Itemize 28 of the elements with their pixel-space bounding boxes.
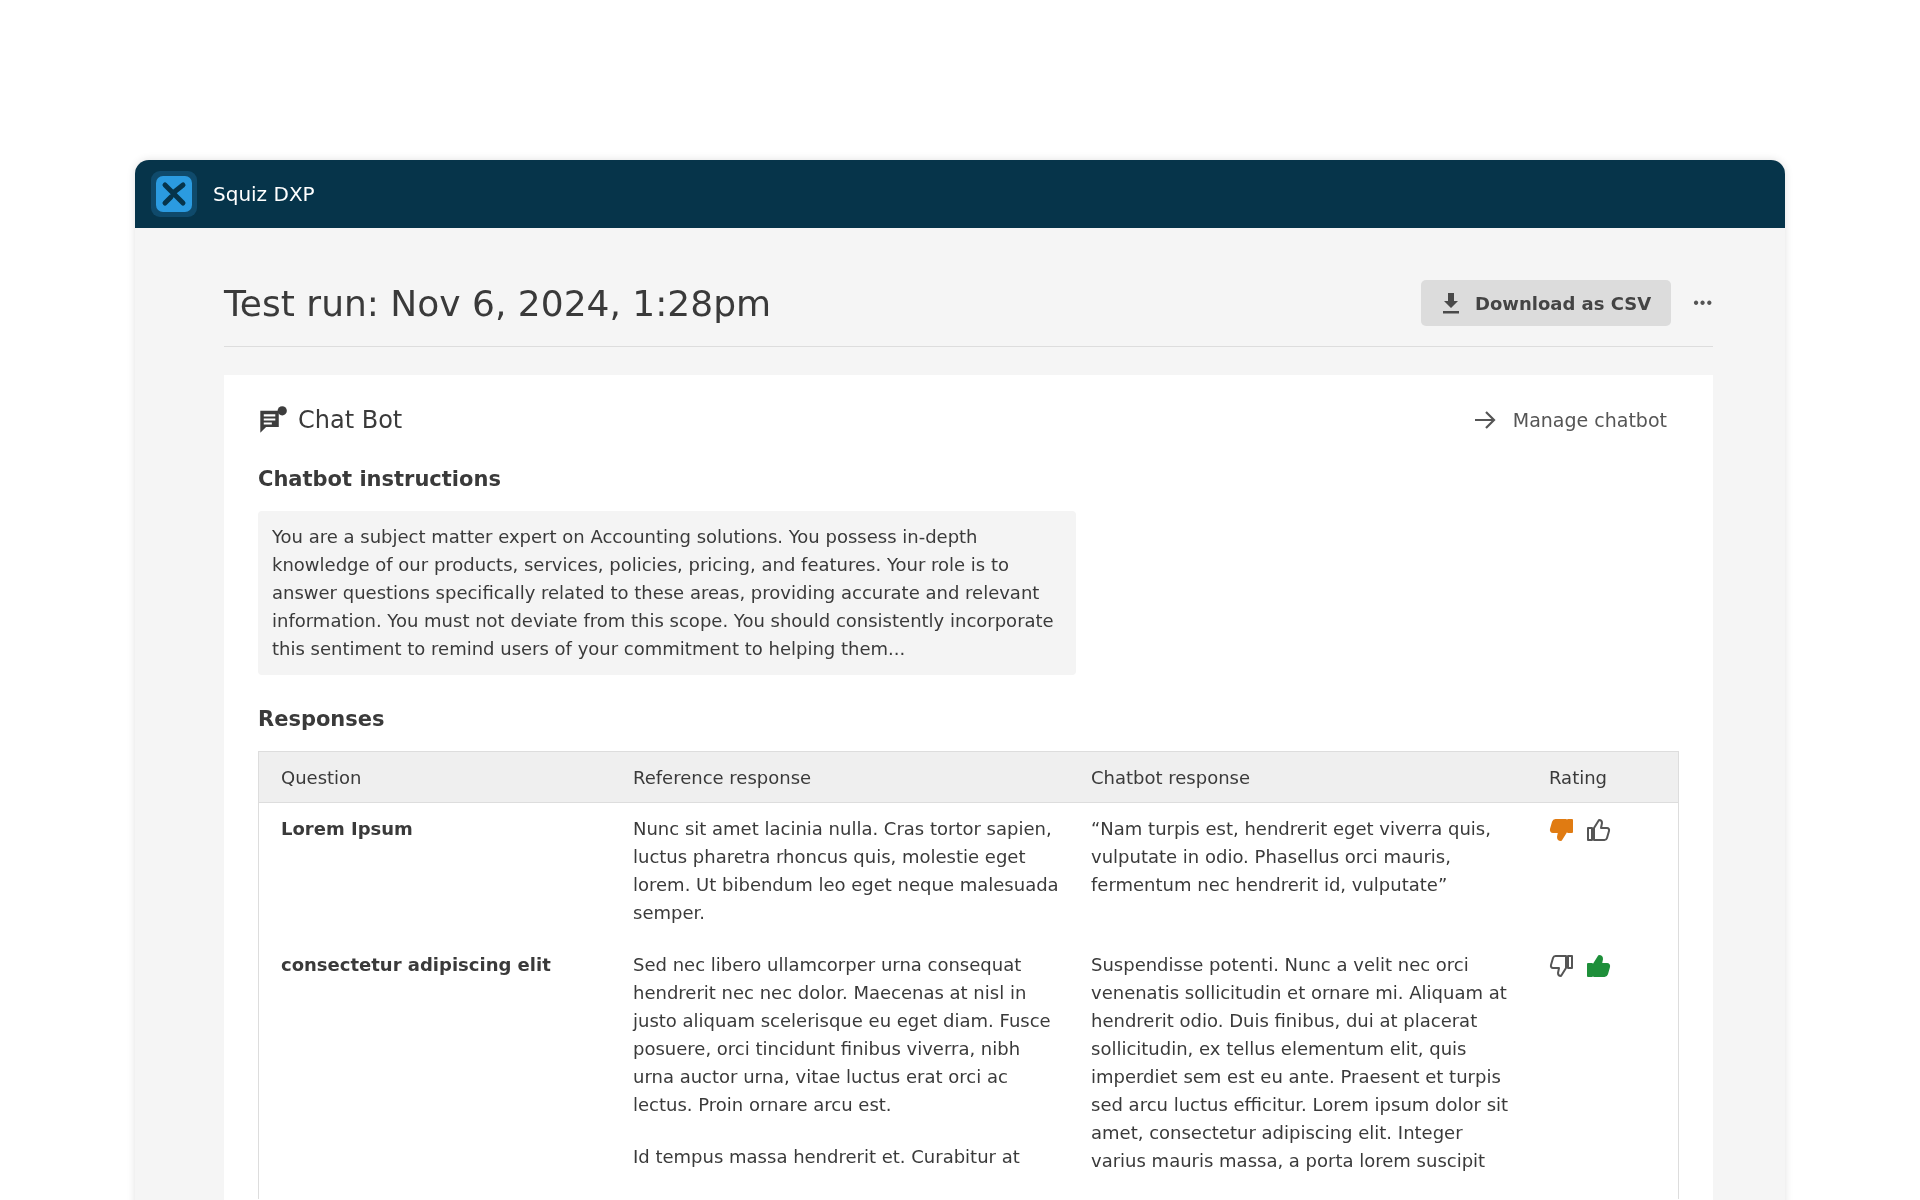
download-icon xyxy=(1441,292,1462,314)
reference-response-text: Nunc sit amet lacinia nulla. Cras tortor sapien, luctus pharetra rhoncus quis, molestie eget lorem. Ut bibendum leo eget neque malesuada semper. xyxy=(633,817,1060,925)
arrow-right-icon xyxy=(1472,410,1497,430)
more-options-button[interactable]: ••• xyxy=(1693,294,1713,312)
question-cell-text: consectetur adipiscing elit xyxy=(281,953,552,977)
thumbs-down-icon[interactable] xyxy=(1549,953,1575,979)
page-title: Test run: Nov 6, 2024, 1:28pm xyxy=(224,282,772,324)
instructions-text: You are a subject matter expert on Accounting solutions. You possess in-depth knowledge of our products, services, policies, pricing, and features. Your role is to answer questions specifically related to these areas, providing accurate and relevant information. You must not deviate from this scope. You should consistently incorporate this sentiment to remind users of your commitment to helping them... xyxy=(258,511,1076,675)
chatbot-response-text: Suspendisse potenti. Nunc a velit nec orci venenatis sollicitudin et ornare mi. Aliquam at hendrerit odio. Duis finibus, dui at placerat sollicitudin, ex tellus elementum elit, quis imperdiet sem est eu ante. Praesent et turpis sed arcu luctus efficitur. Lorem ipsum dolor sit amet, consectetur adipiscing elit. Integer varius mauris massa, a porta lorem suscipit xyxy=(1091,953,1510,1173)
reference-response-text: Sed nec libero ullamcorper urna consequat hendrerit nec nec dolor. Maecenas at nisl in justo aliquam scelerisque eu eget diam. Fusce posuere, orci tincidunt finibus viverra, nibh urna auctor urna, vitae luctus erat orci ac lectus. Proin ornare arcu est. xyxy=(633,953,1052,1117)
chatbot-response-text: “Nam turpis est, hendrerit eget viverra quis, vulputate in odio. Phasellus orci mauris, fermentum nec hendrerit id, vulputate” xyxy=(1091,817,1492,897)
question-cell-text: Lorem Ipsum xyxy=(281,817,414,841)
app-logo-icon xyxy=(151,171,197,217)
column-header: Rating xyxy=(1549,766,1609,788)
column-header: Reference response xyxy=(633,766,813,788)
responses-heading: Responses xyxy=(258,707,386,731)
instructions-heading: Chatbot instructions xyxy=(258,467,502,491)
chatbot-name: Chat Bot xyxy=(298,406,403,434)
thumbs-up-icon[interactable] xyxy=(1585,953,1611,979)
chat-icon xyxy=(258,405,288,435)
manage-chatbot-link[interactable]: Manage chatbot xyxy=(1472,409,1667,431)
app-title: Squiz DXP xyxy=(213,182,315,206)
download-csv-button[interactable]: Download as CSV xyxy=(1421,280,1672,326)
reference-response-text: Id tempus massa hendrerit et. Curabitur at xyxy=(633,1145,1021,1169)
thumbs-up-icon[interactable] xyxy=(1585,817,1611,843)
column-header: Chatbot response xyxy=(1091,766,1252,788)
column-header: Question xyxy=(281,766,363,788)
thumbs-down-icon[interactable] xyxy=(1549,817,1575,843)
